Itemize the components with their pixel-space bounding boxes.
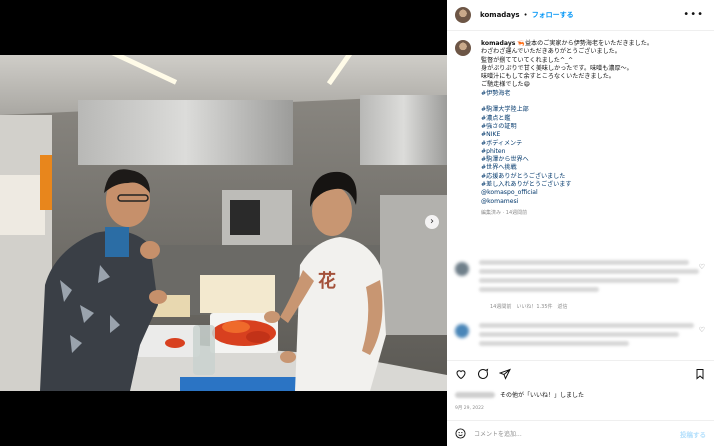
- post-date: 9月 29, 2022: [455, 406, 484, 411]
- blurred-text: [479, 332, 679, 337]
- comment-meta: 14週間前 いいね！1.35件 返信: [490, 304, 568, 310]
- blurred-text: [479, 278, 679, 283]
- hashtag-link[interactable]: #応援ありがとうございました: [481, 173, 653, 181]
- post-media: 花 ›: [0, 0, 447, 446]
- comment-item: ♡: [455, 320, 710, 358]
- post-caption: komadays 🦐益本のご実家から伊勢海老をいただきました。 わざわざ運んでい…: [455, 40, 707, 217]
- caption-line: ご馳走様でした😄: [481, 81, 531, 89]
- post-photo: 花: [0, 55, 447, 391]
- caption-line: 🦐益本のご実家から伊勢海老をいただきました。: [517, 40, 653, 47]
- add-comment-bar: コメントを追加... 投稿する: [447, 420, 714, 446]
- hashtag-link[interactable]: #駒澤大学陸上部: [481, 106, 653, 114]
- caption-meta: 編集済み · 14週間前: [481, 209, 528, 216]
- hashtag-link[interactable]: #強さの証明: [481, 123, 653, 131]
- comment-avatar[interactable]: [455, 262, 469, 276]
- comment-avatar[interactable]: [455, 324, 469, 338]
- caption-username[interactable]: komadays: [481, 40, 515, 47]
- hashtag-link[interactable]: #濃点と鑑: [481, 115, 653, 123]
- mention-link[interactable]: @komaspo_official: [481, 189, 653, 197]
- post-comment-button[interactable]: 投稿する: [680, 429, 706, 439]
- avatar[interactable]: [455, 7, 471, 23]
- caption-avatar[interactable]: [455, 40, 471, 56]
- emoji-icon[interactable]: [455, 428, 466, 439]
- post-side-panel: komadays • フォローする ••• komadays 🦐益本のご実家から…: [447, 0, 714, 446]
- next-arrow-icon[interactable]: ›: [425, 215, 439, 229]
- hashtag-link[interactable]: #NIKE: [481, 131, 653, 139]
- caption-line: 監督が捌てていてくれました^_^: [481, 56, 574, 64]
- comment-item: 14週間前 いいね！1.35件 返信 ♡: [455, 258, 710, 316]
- blurred-text: [455, 391, 495, 398]
- action-bar: [447, 360, 714, 385]
- follow-button[interactable]: フォローする: [532, 10, 574, 20]
- instagram-post-view: 花 › komadays • フォローする ••• komadays 🦐益本のご…: [0, 0, 714, 446]
- likes-summary[interactable]: その他が「いいね！」しました: [455, 390, 584, 399]
- svg-text:花: 花: [318, 270, 336, 292]
- blurred-text: [479, 341, 629, 346]
- more-icon[interactable]: •••: [683, 9, 704, 20]
- caption-line: わざわざ運んでいただきありがとうございました。: [481, 48, 621, 56]
- bookmark-icon[interactable]: [694, 368, 706, 380]
- heart-icon[interactable]: ♡: [699, 326, 705, 334]
- blurred-text: [479, 287, 599, 292]
- likes-text: その他が「いいね！」しました: [500, 392, 585, 399]
- hashtag-link[interactable]: #世界へ挑戦: [481, 164, 653, 172]
- comment-icon[interactable]: [477, 368, 489, 380]
- heart-icon[interactable]: ♡: [699, 263, 705, 271]
- blurred-text: [479, 269, 699, 274]
- blurred-text: [479, 323, 694, 328]
- share-icon[interactable]: [499, 368, 511, 380]
- comment-input[interactable]: コメントを追加...: [474, 429, 522, 438]
- header-username[interactable]: komadays: [480, 11, 520, 19]
- caption-body: komadays 🦐益本のご実家から伊勢海老をいただきました。 わざわざ運んでい…: [481, 40, 653, 217]
- hashtag-link[interactable]: #ボディメンテ: [481, 140, 653, 148]
- hashtag-link[interactable]: #伊勢海老: [481, 90, 653, 98]
- blurred-text: [479, 260, 689, 265]
- caption-line: 身がぷりぷりで甘く美味しかったです。味噌も濃厚〜。: [481, 64, 633, 72]
- kitchen-photo: 花: [0, 55, 447, 391]
- post-header: komadays • フォローする •••: [447, 0, 714, 31]
- heart-icon[interactable]: [455, 368, 467, 380]
- hashtag-link[interactable]: #phiten: [481, 148, 653, 156]
- mention-link[interactable]: @komamesi: [481, 198, 653, 206]
- header-separator: •: [523, 11, 528, 19]
